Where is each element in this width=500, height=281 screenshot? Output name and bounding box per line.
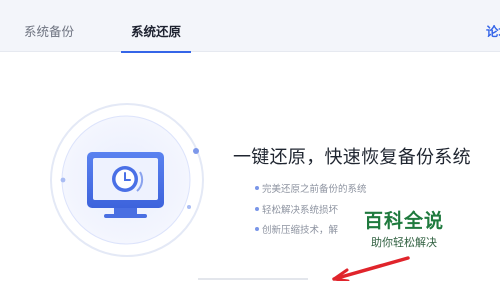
watermark-subtitle: 助你轻松解决: [371, 236, 437, 249]
forum-link-label: 论坛: [486, 24, 500, 39]
decor-dot: [60, 177, 66, 183]
bottom-divider: [198, 278, 308, 280]
tab-bar: 系统备份 系统还原 论坛: [0, 0, 500, 53]
decor-dot: [187, 205, 191, 209]
bullet-icon: [255, 227, 259, 231]
monitor-clock-icon: [87, 152, 164, 218]
inner-circle: [61, 115, 191, 245]
tab-system-restore-label: 系统还原: [131, 24, 182, 39]
decor-dot: [193, 148, 199, 154]
watermark-title: 百科全说: [364, 210, 445, 232]
tab-system-backup-label: 系统备份: [24, 24, 75, 39]
bullet-icon: [255, 186, 259, 190]
active-tab-indicator: [121, 51, 192, 53]
feature-item: 轻松解决系统损坏: [262, 205, 339, 216]
headline: 一键还原，快速恢复备份系统: [233, 147, 471, 168]
tab-system-backup[interactable]: 系统备份: [24, 0, 74, 52]
feature-item: 创新压缩技术，解: [262, 225, 339, 236]
feature-item: 完美还原之前备份的系统: [262, 184, 367, 195]
restore-arrow-icon: [136, 171, 144, 192]
tab-system-restore[interactable]: 系统还原: [121, 0, 192, 53]
outer-ring: [50, 103, 204, 257]
bullet-icon: [255, 207, 259, 211]
forum-link[interactable]: 论坛: [486, 0, 500, 52]
